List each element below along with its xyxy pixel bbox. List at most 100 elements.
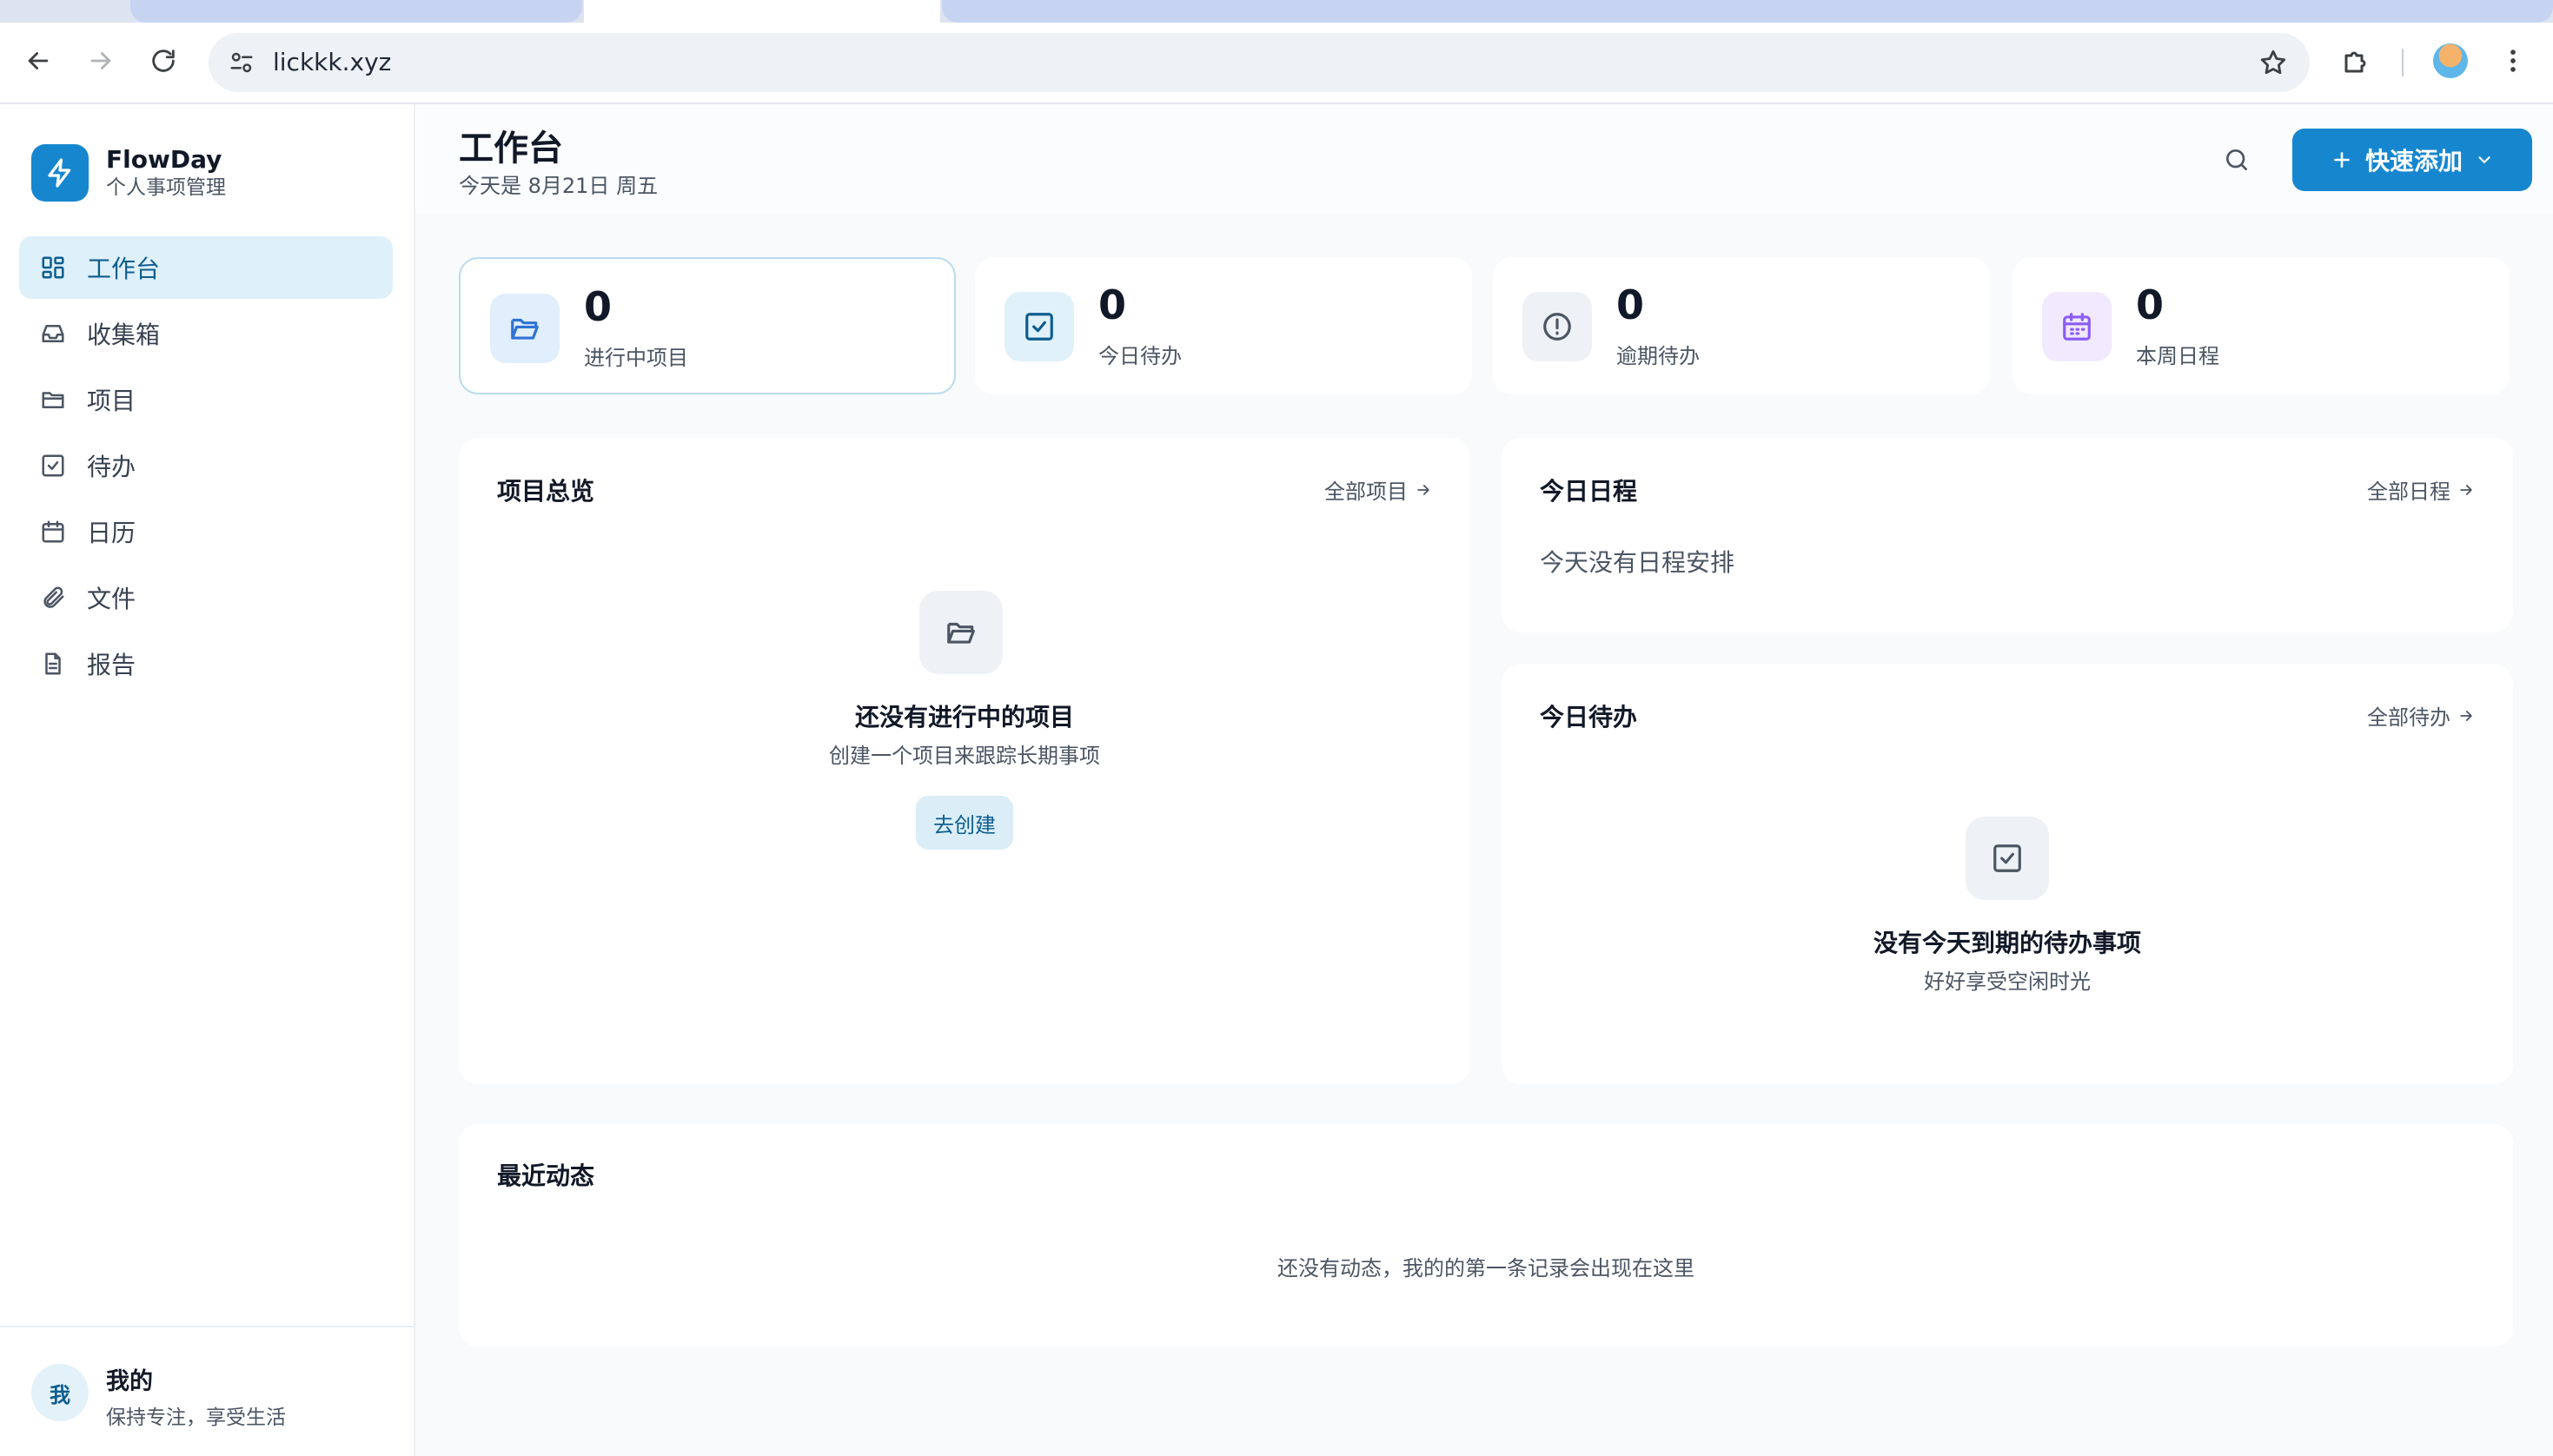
profile-avatar-button[interactable] xyxy=(2430,40,2471,82)
brand[interactable]: FlowDay 个人事项管理 xyxy=(31,144,226,202)
stat-card-today-todos[interactable]: 0 今日待办 xyxy=(975,257,1472,394)
today-schedule-panel: 今日日程 全部日程 今天没有日程安排 xyxy=(1502,438,2513,632)
reload-icon xyxy=(152,50,175,72)
toolbar-divider xyxy=(2402,49,2404,76)
puzzle-icon xyxy=(2344,51,2366,73)
stat-label: 今日待办 xyxy=(1098,344,1182,368)
search-button[interactable] xyxy=(2216,139,2258,181)
page-title: 工作台 xyxy=(459,129,563,169)
arrow-right-icon xyxy=(90,52,111,69)
quick-add-button[interactable]: 快速添加 xyxy=(2292,129,2532,191)
sidebar-item-reports[interactable]: 报告 xyxy=(19,632,393,695)
url-text[interactable]: lickkk.xyz xyxy=(273,33,391,92)
calendar-icon xyxy=(42,520,64,543)
inbox-icon xyxy=(42,325,64,342)
panel-title: 今日日程 xyxy=(1540,477,1638,506)
panel-title: 项目总览 xyxy=(497,477,595,506)
sidebar-nav: 工作台 收集箱 项目 待办 日历 文件 报告 xyxy=(19,236,393,698)
arrow-left-icon xyxy=(28,52,49,69)
browser-menu-button[interactable] xyxy=(2492,40,2534,82)
sidebar-item-inbox[interactable]: 收集箱 xyxy=(19,302,393,365)
arrow-right-icon xyxy=(2460,710,2472,721)
link-label: 全部待办 xyxy=(2367,705,2450,730)
checkbox-icon xyxy=(1025,313,1053,341)
panel-title: 最近动态 xyxy=(497,1161,595,1190)
link-label: 全部项目 xyxy=(1324,480,1408,504)
sidebar-item-label: 收集箱 xyxy=(87,321,161,349)
arrow-right-icon xyxy=(2460,484,2472,495)
site-info-button[interactable] xyxy=(221,42,262,83)
back-button[interactable] xyxy=(17,40,59,82)
all-projects-link[interactable]: 全部项目 xyxy=(1324,474,1432,505)
star-icon xyxy=(2260,50,2286,75)
sidebar-item-label: 日历 xyxy=(87,519,136,547)
schedule-empty-text: 今天没有日程安排 xyxy=(1540,548,1735,577)
sidebar-item-calendar[interactable]: 日历 xyxy=(19,500,393,563)
chevron-down-icon xyxy=(2478,156,2490,163)
brand-logo xyxy=(31,144,89,202)
stat-label: 进行中项目 xyxy=(584,346,688,370)
sidebar-item-files[interactable]: 文件 xyxy=(19,566,393,629)
recent-activity-panel: 最近动态 还没有动态，我的的第一条记录会出现在这里 xyxy=(459,1124,2513,1347)
sidebar-item-dashboard[interactable]: 工作台 xyxy=(19,236,393,299)
bookmark-button[interactable] xyxy=(2252,42,2294,83)
stat-icon-bg xyxy=(2042,292,2112,361)
folder-open-icon xyxy=(511,318,539,340)
sidebar-item-label: 工作台 xyxy=(87,255,161,283)
stat-card-week-schedule[interactable]: 0 本周日程 xyxy=(2013,257,2510,394)
brand-name: FlowDay xyxy=(106,145,222,174)
panel-title: 今日待办 xyxy=(1540,703,1638,731)
profile-name: 我的 xyxy=(106,1368,153,1395)
link-label: 全部日程 xyxy=(2367,480,2450,504)
browser-tab[interactable] xyxy=(942,0,2553,23)
today-todos-panel: 今日待办 全部待办 没有今天到期的待办事项 好好享受空闲时光 xyxy=(1502,664,2513,1084)
sidebar-item-todos[interactable]: 待办 xyxy=(19,434,393,497)
page-header: 工作台 今天是 8月21日 周五 快速添加 xyxy=(415,104,2553,214)
app: FlowDay 个人事项管理 工作台 收集箱 项目 待办 日历 文件 报告 我 … xyxy=(0,104,2553,1456)
stat-card-overdue-todos[interactable]: 0 逾期待办 xyxy=(1493,257,1990,394)
empty-state-icon xyxy=(919,591,1003,674)
extensions-button[interactable] xyxy=(2336,40,2377,82)
page-date: 今天是 8月21日 周五 xyxy=(459,174,659,198)
projects-overview-panel: 项目总览 全部项目 还没有进行中的项目 创建一个项目来跟踪长期事项 去创建 xyxy=(459,438,1470,1084)
browser-tab[interactable] xyxy=(130,0,582,23)
checkbox-icon xyxy=(1993,844,2021,872)
stat-label: 逾期待办 xyxy=(1616,344,1700,368)
avatar: 我 xyxy=(31,1364,89,1421)
sidebar-item-projects[interactable]: 项目 xyxy=(19,368,393,431)
paperclip-icon xyxy=(43,586,64,608)
sidebar-item-label: 报告 xyxy=(87,651,136,679)
more-vertical-icon xyxy=(2510,50,2516,72)
dashboard-icon xyxy=(42,256,64,279)
all-schedule-link[interactable]: 全部日程 xyxy=(2367,474,2475,505)
brand-subtitle: 个人事项管理 xyxy=(106,176,226,199)
sidebar: FlowDay 个人事项管理 工作台 收集箱 项目 待办 日历 文件 报告 我 … xyxy=(0,104,415,1456)
stat-icon-bg xyxy=(1522,292,1592,361)
create-project-button[interactable]: 去创建 xyxy=(916,796,1013,850)
empty-state-title: 还没有进行中的项目 xyxy=(854,703,1074,731)
report-icon xyxy=(45,652,61,675)
user-profile[interactable]: 我 我的 保持专注，享受生活 xyxy=(0,1326,414,1456)
search-icon xyxy=(2226,149,2247,170)
browser-tab-active[interactable] xyxy=(584,0,940,23)
sidebar-item-label: 项目 xyxy=(87,387,136,415)
folder-icon xyxy=(42,392,64,408)
plus-icon xyxy=(2334,152,2350,168)
browser-avatar xyxy=(2433,43,2468,78)
reload-button[interactable] xyxy=(143,40,184,82)
sidebar-item-label: 待办 xyxy=(87,453,136,481)
empty-state-subtitle: 创建一个项目来跟踪长期事项 xyxy=(829,744,1100,768)
folder-open-icon xyxy=(947,622,975,644)
stat-value: 0 xyxy=(2136,281,2165,328)
lightning-icon xyxy=(48,158,71,188)
tune-icon xyxy=(230,52,253,73)
checkbox-icon xyxy=(42,454,64,477)
alert-circle-icon xyxy=(1543,313,1571,341)
all-todos-link[interactable]: 全部待办 xyxy=(2367,700,2475,731)
browser-tab-strip xyxy=(0,0,2553,23)
stat-card-active-projects[interactable]: 0 进行中项目 xyxy=(459,257,956,394)
address-bar[interactable]: lickkk.xyz xyxy=(209,33,2310,92)
main-content: 工作台 今天是 8月21日 周五 快速添加 0 进行中项目 0 今日待办 0 逾… xyxy=(415,104,2553,1456)
forward-button[interactable] xyxy=(80,40,122,82)
sidebar-item-label: 文件 xyxy=(87,585,136,613)
